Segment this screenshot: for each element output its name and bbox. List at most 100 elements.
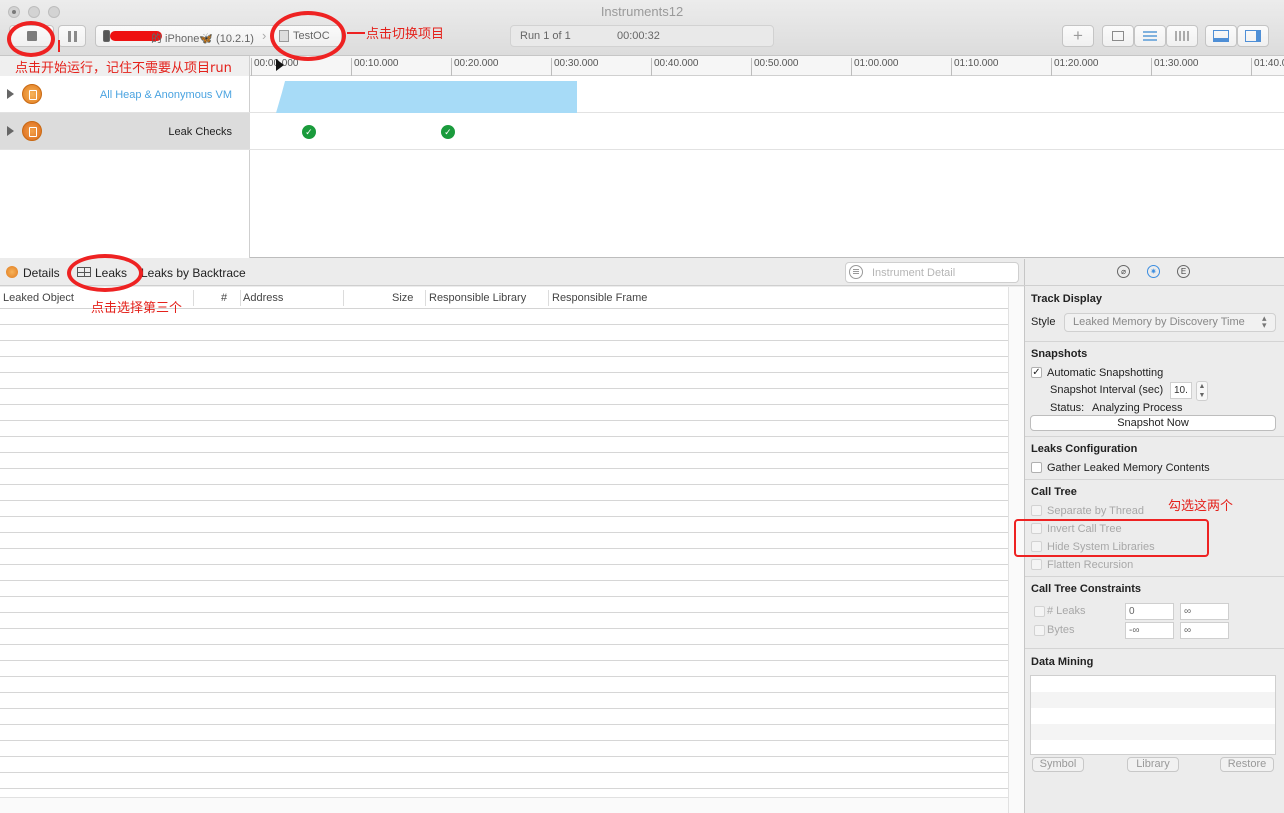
section-divider — [1025, 479, 1284, 480]
bytes-constraint-checkbox[interactable] — [1034, 625, 1045, 636]
ruler-tick: 00:10.000 — [351, 58, 399, 76]
track-label-cell: All Heap & Anonymous VM — [0, 76, 250, 112]
ruler-tick: 00:30.000 — [551, 58, 599, 76]
device-phone-icon — [103, 30, 110, 42]
gather-contents-label: Gather Leaked Memory Contents — [1047, 462, 1210, 474]
column-divider[interactable] — [548, 290, 549, 306]
allocations-instrument-icon — [22, 84, 42, 104]
ruler-tick: 00:20.000 — [451, 58, 499, 76]
status-label: Status: — [1050, 402, 1085, 414]
bottom-panel-icon — [1213, 30, 1229, 42]
track-row-allocations[interactable]: All Heap & Anonymous VM — [0, 76, 1284, 113]
annotation-switch-project: 点击切换项目 — [366, 27, 445, 42]
bytes-max-field[interactable]: ∞ — [1180, 622, 1229, 639]
bytes-constraint-label: Bytes — [1047, 624, 1075, 636]
leaks-max-field[interactable]: ∞ — [1180, 603, 1229, 620]
ruler-tick: 01:30.000 — [1151, 58, 1199, 76]
column-divider[interactable] — [240, 290, 241, 306]
snapshot-now-button[interactable]: Snapshot Now — [1030, 415, 1276, 431]
heap-graph — [276, 81, 577, 113]
extended-detail-icon[interactable]: E — [1177, 265, 1190, 278]
interval-stepper[interactable]: ▲ ▼ — [1196, 381, 1208, 401]
section-divider — [1025, 648, 1284, 649]
column-responsible-frame[interactable]: Responsible Frame — [552, 292, 647, 304]
annotation-start-run: 点击开始运行，记住不需要从项目run — [15, 61, 232, 76]
list-view-button[interactable] — [1134, 25, 1166, 47]
restore-button[interactable]: Restore — [1220, 757, 1274, 772]
zoom-window-icon[interactable] — [48, 6, 60, 18]
leaks-min-field[interactable]: 0 — [1125, 603, 1174, 620]
column-count[interactable]: # — [221, 292, 227, 304]
library-button[interactable]: Library — [1127, 757, 1179, 772]
leaks-configuration-title: Leaks Configuration — [1031, 443, 1138, 455]
symbol-button[interactable]: Symbol — [1032, 757, 1084, 772]
ruler-tick: 00:40.000 — [651, 58, 699, 76]
disclosure-triangle-icon[interactable] — [7, 126, 14, 136]
leaks-constraint-checkbox[interactable] — [1034, 606, 1045, 617]
call-tree-constraints-title: Call Tree Constraints — [1031, 583, 1142, 595]
gather-contents-checkbox[interactable] — [1031, 462, 1042, 473]
add-instrument-button[interactable]: + — [1062, 25, 1094, 47]
minimize-window-icon[interactable] — [28, 6, 40, 18]
column-divider[interactable] — [343, 290, 344, 306]
grid-view-button[interactable] — [1166, 25, 1198, 47]
leaks-instrument-icon — [22, 121, 42, 141]
grid-icon — [1175, 31, 1189, 41]
column-address[interactable]: Address — [243, 292, 283, 304]
instrument-detail-search[interactable] — [845, 262, 1019, 283]
track-row-leaks[interactable]: Leak Checks — [0, 113, 1284, 150]
leaks-table-body[interactable] — [0, 309, 1008, 813]
toggle-inspector-button[interactable] — [1237, 25, 1269, 47]
instruments-window: Instruments12 的 iPhone🦋 (10.2.1) › TestO… — [0, 0, 1284, 813]
track-label-cell: Leak Checks — [0, 113, 250, 149]
column-responsible-library[interactable]: Responsible Library — [429, 292, 526, 304]
automatic-snapshotting-label: Automatic Snapshotting — [1047, 367, 1164, 379]
ruler-tick: 01:00.000 — [851, 58, 899, 76]
column-divider[interactable] — [193, 290, 194, 306]
square-icon — [1112, 31, 1124, 41]
close-window-icon[interactable] — [8, 6, 20, 18]
snapshot-interval-field[interactable]: 10. — [1170, 382, 1192, 399]
snapshot-interval-label: Snapshot Interval (sec) — [1050, 384, 1164, 396]
track-name: Leak Checks — [168, 126, 232, 138]
record-settings-icon[interactable]: ⌀ — [1117, 265, 1130, 278]
device-name[interactable]: 的 iPhone🦋 (10.2.1) — [151, 30, 254, 46]
leaks-constraint-label: # Leaks — [1047, 605, 1086, 617]
annotation-check-two: 勾选这两个 — [1168, 499, 1234, 514]
status-value: Analyzing Process — [1092, 402, 1183, 414]
separate-by-thread-checkbox[interactable] — [1031, 505, 1042, 516]
playhead-icon[interactable] — [276, 59, 284, 71]
gear-icon[interactable]: ✷ — [1147, 265, 1160, 278]
column-size[interactable]: Size — [392, 292, 413, 304]
filter-icon — [849, 265, 863, 279]
snapshot-view-button[interactable] — [1102, 25, 1134, 47]
crumb-leaks-by-backtrace[interactable]: Leaks by Backtrace — [141, 266, 246, 280]
ruler-tick: 00:50.000 — [751, 58, 799, 76]
style-value[interactable]: Leaked Memory by Discovery Time — [1073, 316, 1245, 328]
list-icon — [1143, 31, 1157, 41]
bytes-min-field[interactable]: -∞ — [1125, 622, 1174, 639]
pause-button[interactable] — [58, 25, 86, 47]
annotation-circle-record — [7, 21, 55, 57]
column-leaked-object[interactable]: Leaked Object — [3, 292, 74, 304]
window-title: Instruments12 — [600, 4, 684, 19]
disclosure-triangle-icon[interactable] — [7, 89, 14, 99]
annotation-arrow — [58, 40, 60, 52]
horizontal-scrollbar[interactable] — [0, 797, 1008, 813]
ruler-tick: 01:20.000 — [1051, 58, 1099, 76]
track-display-title: Track Display — [1031, 293, 1102, 305]
flatten-recursion-checkbox[interactable] — [1031, 559, 1042, 570]
snapshots-title: Snapshots — [1031, 348, 1088, 360]
column-divider[interactable] — [425, 290, 426, 306]
section-divider — [1025, 576, 1284, 577]
crumb-details[interactable]: Details — [23, 266, 60, 280]
style-label: Style — [1031, 316, 1056, 328]
right-panel-icon — [1245, 30, 1261, 42]
automatic-snapshotting-checkbox[interactable]: ✓ — [1031, 367, 1042, 378]
data-mining-title: Data Mining — [1031, 656, 1094, 668]
toggle-detail-pane-button[interactable] — [1205, 25, 1237, 47]
data-mining-list[interactable] — [1030, 675, 1276, 755]
plus-icon: + — [1073, 26, 1083, 45]
track-name: All Heap & Anonymous VM — [99, 89, 232, 101]
search-input[interactable] — [872, 265, 1012, 280]
